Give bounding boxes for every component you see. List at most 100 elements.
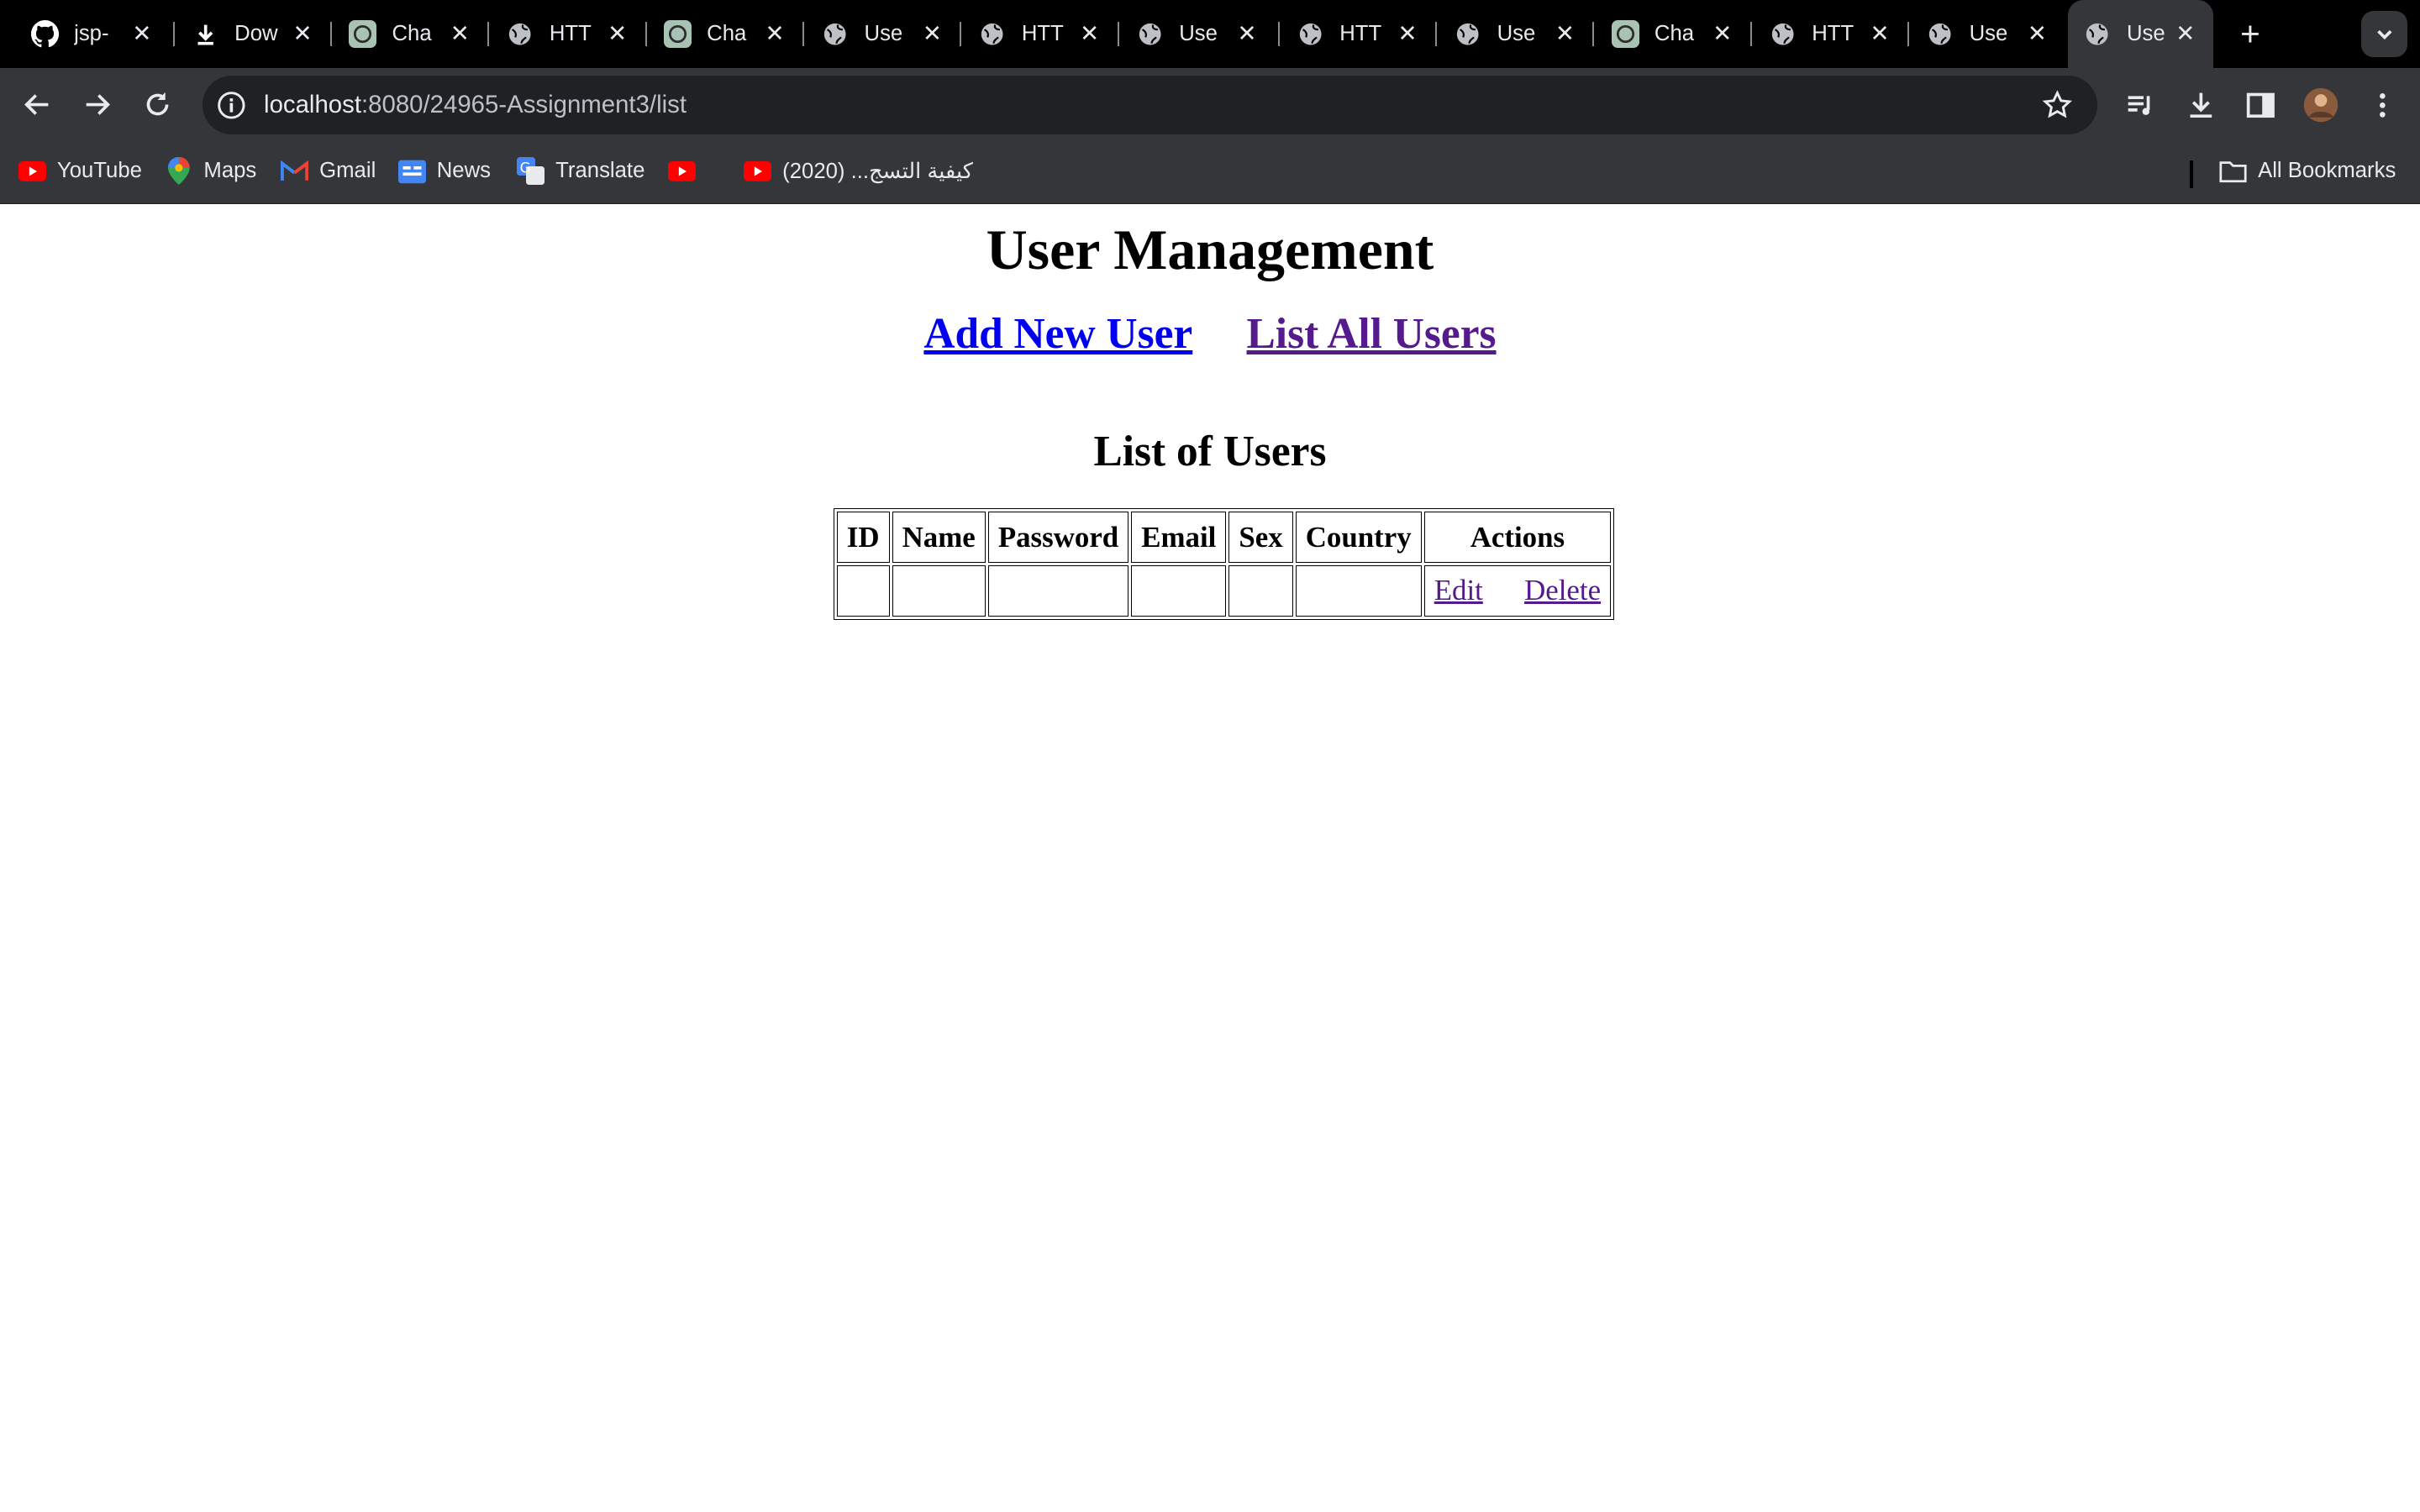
tab-title: Cha — [1654, 21, 1695, 45]
tab-2[interactable]: Dow ✕ — [192, 0, 330, 68]
globe-icon — [1769, 20, 1797, 48]
globe-icon — [506, 20, 534, 48]
tab-title: HTT — [1812, 21, 1854, 45]
globe-icon — [2084, 20, 2112, 48]
chatgpt-icon — [349, 19, 377, 48]
column-header-email: Email — [1131, 512, 1227, 564]
bookmark-gmail[interactable]: Gmail — [281, 157, 376, 185]
all-bookmarks-button[interactable]: All Bookmarks — [2219, 157, 2396, 185]
table-header-row: ID Name Password Email Sex Country Actio… — [836, 512, 1612, 564]
column-header-country: Country — [1295, 512, 1422, 564]
back-button[interactable] — [15, 83, 58, 126]
close-icon[interactable]: ✕ — [1549, 18, 1581, 50]
tab-10[interactable]: Use ✕ — [1454, 0, 1592, 68]
chatgpt-icon — [663, 19, 692, 48]
tab-1[interactable]: jsp- ✕ — [30, 0, 170, 68]
tab-title: Cha — [392, 21, 432, 45]
tab-strip: jsp- ✕ Dow ✕ Cha ✕ HTT ✕ Cha ✕ Use ✕ HTT… — [0, 0, 2420, 68]
tab-title: jsp- — [74, 21, 109, 45]
profile-button[interactable] — [2300, 83, 2343, 126]
download-icon — [192, 20, 219, 48]
bookmark-translate[interactable]: G Translate — [517, 157, 644, 186]
bookmark-youtube[interactable]: YouTube — [18, 157, 142, 185]
close-icon[interactable]: ✕ — [1232, 18, 1263, 50]
cell-password — [987, 565, 1129, 617]
tab-title: HTT — [1021, 21, 1064, 45]
bookmark-youtube-2[interactable] — [668, 157, 707, 185]
list-all-users-link[interactable]: List All Users — [1247, 310, 1497, 358]
close-icon[interactable]: ✕ — [127, 18, 158, 50]
youtube-icon — [744, 157, 772, 185]
tab-11[interactable]: Cha ✕ — [1611, 0, 1750, 68]
close-icon[interactable]: ✕ — [1074, 18, 1105, 50]
table-caption: List of Users — [1093, 427, 1327, 475]
tab-title: Dow — [234, 21, 278, 45]
cell-email — [1131, 565, 1227, 617]
page-title: User Management — [986, 218, 1434, 282]
close-icon[interactable]: ✕ — [1865, 18, 1896, 50]
chevron-down-icon — [2377, 29, 2392, 39]
close-icon[interactable]: ✕ — [287, 18, 318, 50]
address-bar[interactable]: localhost:8080/24965-Assignment3/list — [202, 75, 2098, 134]
tab-14-active[interactable]: Use ✕ — [2068, 0, 2213, 68]
media-button[interactable] — [2119, 83, 2162, 126]
kebab-menu-icon — [2380, 92, 2386, 118]
tab-8[interactable]: Use ✕ — [1136, 0, 1275, 68]
table-row: Edit Delete — [836, 565, 1612, 617]
add-new-user-link[interactable]: Add New User — [923, 310, 1192, 358]
globe-icon — [1297, 20, 1324, 48]
edit-link[interactable]: Edit — [1434, 574, 1483, 607]
side-panel-button[interactable] — [2239, 83, 2282, 126]
bookmark-maps[interactable]: Maps — [166, 157, 256, 186]
delete-link[interactable]: Delete — [1524, 574, 1601, 607]
tab-title: Use — [2126, 21, 2165, 45]
downloads-button[interactable] — [2179, 83, 2222, 126]
close-icon[interactable]: ✕ — [602, 18, 633, 50]
tab-12[interactable]: HTT ✕ — [1769, 0, 1907, 68]
github-icon — [30, 19, 59, 48]
menu-button[interactable] — [2361, 83, 2404, 126]
close-icon[interactable]: ✕ — [1392, 18, 1423, 50]
close-icon[interactable]: ✕ — [2022, 18, 2053, 50]
bookmark-star-icon[interactable] — [2042, 89, 2073, 121]
tab-3[interactable]: Cha ✕ — [349, 0, 487, 68]
news-icon — [397, 157, 426, 185]
back-arrow-icon — [24, 94, 48, 116]
tab-13[interactable]: Use ✕ — [1926, 0, 2065, 68]
avatar — [2304, 87, 2338, 123]
close-icon[interactable]: ✕ — [760, 18, 791, 50]
bookmark-news[interactable]: News — [397, 157, 491, 185]
globe-icon — [821, 20, 849, 48]
tab-6[interactable]: Use ✕ — [821, 0, 960, 68]
url-text: localhost:8080/24965-Assignment3/list — [264, 90, 687, 118]
close-icon[interactable]: ✕ — [2170, 18, 2201, 50]
reload-button[interactable] — [136, 83, 179, 126]
tab-title: Cha — [707, 21, 747, 45]
column-header-id: ID — [836, 512, 890, 564]
globe-icon — [1136, 20, 1164, 48]
cell-actions: Edit Delete — [1423, 565, 1612, 617]
forward-button[interactable] — [76, 83, 118, 126]
youtube-icon — [668, 157, 697, 185]
page-nav: Add New User List All Users — [0, 309, 2420, 359]
reload-icon — [146, 92, 169, 116]
maps-icon — [166, 157, 193, 186]
globe-icon — [1454, 20, 1481, 48]
column-header-password: Password — [987, 512, 1129, 564]
tab-search-button[interactable] — [2361, 10, 2408, 57]
column-header-sex: Sex — [1228, 512, 1293, 564]
new-tab-button[interactable]: + — [2232, 14, 2269, 53]
tab-5[interactable]: Cha ✕ — [663, 0, 802, 68]
tab-title: Use — [864, 21, 903, 45]
tab-title: Use — [1497, 21, 1536, 45]
close-icon[interactable]: ✕ — [445, 18, 476, 50]
bookmark-video[interactable]: كيفية التسج... (2020) — [744, 157, 973, 185]
close-icon[interactable]: ✕ — [917, 18, 948, 50]
tab-9[interactable]: HTT ✕ — [1297, 0, 1435, 68]
close-icon[interactable]: ✕ — [1707, 18, 1738, 50]
site-info-icon[interactable] — [214, 88, 248, 122]
tab-7[interactable]: HTT ✕ — [978, 0, 1117, 68]
globe-icon — [1926, 20, 1954, 48]
tab-4[interactable]: HTT ✕ — [506, 0, 644, 68]
cell-sex — [1228, 565, 1293, 617]
